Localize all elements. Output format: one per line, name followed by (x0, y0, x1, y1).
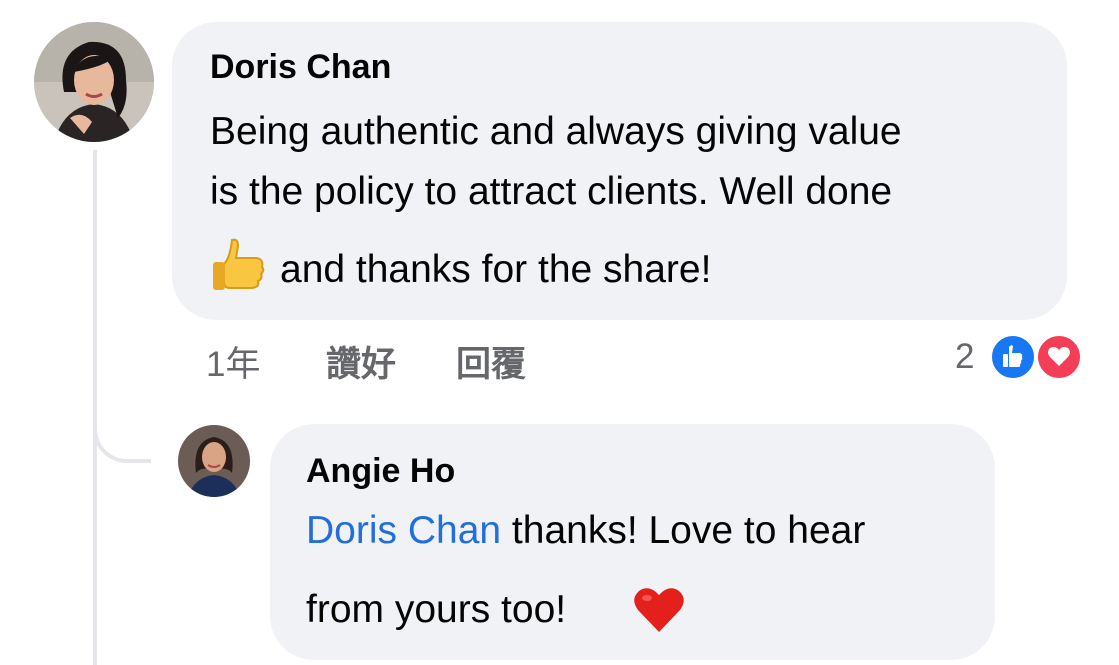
avatar-doris-chan[interactable] (34, 22, 154, 142)
avatar-image (34, 22, 154, 142)
comment-text-line: and thanks for the share! (280, 248, 712, 291)
reply-bubble: Angie Ho Doris Chan thanks! Love to hear… (270, 424, 995, 660)
comment-timestamp[interactable]: 1年 (206, 336, 260, 387)
reaction-summary[interactable]: 2 (955, 331, 1090, 383)
comment-author[interactable]: Doris Chan (210, 48, 391, 87)
like-button[interactable]: 讚好 (326, 336, 396, 387)
reaction-count: 2 (955, 337, 975, 376)
reply-text-line: Doris Chan thanks! Love to hear (306, 511, 865, 550)
avatar-angie-ho[interactable] (178, 425, 250, 497)
comment-text-line: Being authentic and always giving value (210, 110, 902, 153)
reply-text: thanks! Love to hear (501, 509, 866, 552)
avatar-image (178, 425, 250, 497)
thread-connector (93, 395, 151, 463)
comment-bubble: Doris Chan Being authentic and always gi… (172, 22, 1067, 320)
reply-text-line: from yours too! (306, 588, 567, 631)
red-heart-emoji-icon (632, 582, 686, 636)
comment-text-line: is the policy to attract clients. Well d… (210, 170, 893, 213)
like-icon (989, 333, 1037, 381)
reply-button[interactable]: 回覆 (456, 336, 526, 387)
love-icon (1035, 333, 1083, 381)
mention-link[interactable]: Doris Chan (306, 509, 501, 552)
reply-author[interactable]: Angie Ho (306, 452, 455, 491)
thumbs-up-emoji-icon (210, 236, 266, 292)
